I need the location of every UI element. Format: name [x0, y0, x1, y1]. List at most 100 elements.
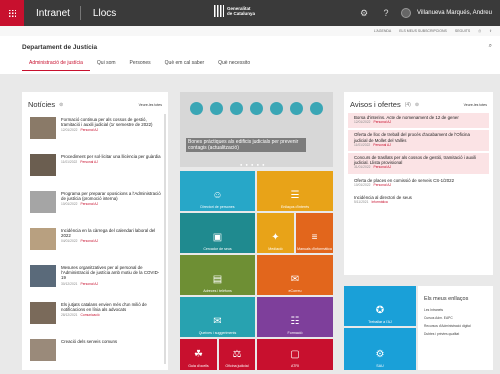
- handshake-icon: ✦: [271, 232, 280, 243]
- tab-administracio[interactable]: Administració de justícia: [22, 60, 90, 71]
- app-title[interactable]: Intranet: [24, 8, 80, 19]
- agenda-link[interactable]: L'AGENDA: [374, 29, 391, 33]
- news-scrollbar[interactable]: [164, 114, 166, 364]
- alert-item[interactable]: Oferta de lloc de treball del procés d'a…: [348, 130, 489, 152]
- news-item[interactable]: Programa per preparar oposicions a l'Adm…: [22, 187, 168, 224]
- news-date: 04/01/2022: [61, 239, 78, 244]
- link-item[interactable]: Cursos Adm. EAPC: [424, 316, 487, 320]
- news-item[interactable]: Procediment per sol·licitar una llicènci…: [22, 150, 168, 187]
- user-name[interactable]: Villanueva Marqués, Andreu: [417, 10, 500, 16]
- help-icon[interactable]: ?: [375, 8, 397, 18]
- alert-meta: 11/01/2022 Personal AJ: [354, 143, 483, 148]
- carousel-dots[interactable]: ● ● ● ● ●: [240, 162, 266, 167]
- alert-item[interactable]: Borsa d'interins. Acte de nomenament de …: [348, 113, 489, 129]
- envelope-icon: ✉: [213, 316, 222, 327]
- news-thumbnail[interactable]: [30, 228, 56, 250]
- tab-que-em-cal-saber[interactable]: Què em cal saber: [158, 60, 211, 71]
- alerts-see-all-link[interactable]: Veure-les totes: [464, 103, 487, 107]
- news-thumbnail[interactable]: [30, 154, 56, 176]
- news-item[interactable]: Formació continua per als cossos de gest…: [22, 113, 168, 150]
- my-links-panel: Els meus enllaços Les Intranets Cursos A…: [418, 286, 493, 370]
- tab-qui-som[interactable]: Qui som: [90, 60, 123, 71]
- link-item[interactable]: Recursos d'Administració digital: [424, 324, 487, 328]
- alert-tag[interactable]: Personal AJ: [374, 120, 392, 124]
- share-icon[interactable]: ⇪: [489, 29, 492, 33]
- news-item[interactable]: Els jutjats catalans envien més d'un mil…: [22, 298, 168, 335]
- tab-que-necessito[interactable]: Què necessito: [211, 60, 257, 71]
- alert-tag[interactable]: Personal AJ: [374, 183, 392, 187]
- alert-item[interactable]: Incidència al directori de seus 5/11/2021…: [348, 193, 489, 208]
- tile-monitor[interactable]: ▣ Cercador de seus: [180, 213, 255, 253]
- news-tag[interactable]: Personal AJ: [81, 128, 99, 132]
- news-meta: 28/12/2021 Comunicació: [61, 313, 162, 317]
- alert-tag[interactable]: Informàtica: [371, 200, 387, 204]
- news-thumbnail[interactable]: [30, 191, 56, 213]
- tile-sau[interactable]: ⚙ SAU: [344, 328, 416, 370]
- link-item[interactable]: Dubtes i prèvies qualitat: [424, 332, 487, 336]
- banner-caption[interactable]: Bones pràctiques als edificis judicials …: [186, 138, 306, 152]
- alert-item[interactable]: Concurs de trasllats per als cossos de g…: [348, 153, 489, 174]
- news-headline[interactable]: Formació continua per als cossos de gest…: [61, 117, 162, 127]
- search-icon[interactable]: ⌕: [489, 43, 492, 50]
- following-link[interactable]: SEGUITS: [455, 29, 470, 33]
- tile-list[interactable]: ☰ Enllaços d'interès: [257, 171, 333, 211]
- bottom-right-area: ✪ Treballar a l'AJ ⚙ SAU Els meus enllaç…: [344, 286, 493, 370]
- gavel-icon: ⚖: [232, 349, 242, 360]
- compass-icon: ✪: [375, 305, 385, 316]
- alert-tag[interactable]: Personal AJ: [374, 165, 392, 169]
- tile-gavel[interactable]: ⚖ Oficina judicial: [219, 339, 255, 370]
- news-tag[interactable]: Personal AJ: [80, 160, 98, 164]
- tile-people[interactable]: ☺ Directori de persones: [180, 171, 255, 211]
- news-thumbnail[interactable]: [30, 265, 56, 287]
- rss-icon[interactable]: ⊚: [59, 102, 63, 108]
- tile-treballar[interactable]: ✪ Treballar a l'AJ: [344, 286, 416, 326]
- subscriptions-link[interactable]: ELS MEUS SUBSCRIPCIONS: [399, 29, 447, 33]
- news-tag[interactable]: Comunicació: [81, 313, 100, 317]
- tab-persones[interactable]: Persones: [123, 60, 158, 71]
- tile-book-open[interactable]: ☷ Formació: [257, 297, 333, 337]
- alerts-title: Avisos i ofertes: [350, 100, 401, 109]
- alert-headline[interactable]: Concurs de trasllats per als cossos de g…: [354, 155, 483, 165]
- news-headline[interactable]: Programa per preparar oposicions a l'Adm…: [61, 191, 162, 201]
- tile-envelope[interactable]: ✉ Queixes i suggeriments: [180, 297, 255, 337]
- news-item[interactable]: Incidència en la càrrega del calendari l…: [22, 224, 168, 261]
- carousel-banner[interactable]: Bones pràctiques als edificis judicials …: [180, 92, 333, 167]
- page-title: Departament de Justícia: [22, 44, 98, 51]
- alert-meta: 5/11/2021 Informàtica: [354, 200, 483, 205]
- link-item[interactable]: Les Intranets: [424, 308, 487, 312]
- tile-book[interactable]: ≡ Manuals d'informàtica: [296, 213, 333, 253]
- news-see-all-link[interactable]: Veure-les totes: [139, 103, 162, 107]
- alert-item[interactable]: Oferta de places en comissió de serveis …: [348, 176, 489, 191]
- tile-label: ATRI: [291, 364, 299, 368]
- news-thumbnail[interactable]: [30, 302, 56, 324]
- section-title[interactable]: Llocs: [81, 8, 116, 19]
- news-panel: Notícies ⊚ Veure-les totes Formació cont…: [22, 92, 168, 370]
- rss-icon[interactable]: ⊚: [415, 102, 419, 108]
- print-icon[interactable]: ⎙: [478, 29, 481, 33]
- news-thumbnail[interactable]: [30, 339, 56, 361]
- news-headline[interactable]: Els jutjats catalans envien més d'un mil…: [61, 302, 162, 312]
- settings-gear-icon[interactable]: ⚙: [353, 8, 375, 19]
- banner-pictogram-icon: [210, 102, 223, 115]
- news-item[interactable]: Mesures organitzatives per al personal d…: [22, 261, 168, 298]
- news-tag[interactable]: Personal AJ: [81, 239, 99, 243]
- news-tag[interactable]: Personal AJ: [81, 202, 99, 206]
- news-thumbnail[interactable]: [30, 117, 56, 139]
- news-headline[interactable]: Procediment per sol·licitar una llicènci…: [61, 154, 161, 159]
- tile-monitor[interactable]: ▢ ATRI: [257, 339, 333, 370]
- news-headline[interactable]: Incidència en la càrrega del calendari l…: [61, 228, 162, 238]
- tile-mail[interactable]: ✉ eCorreu: [257, 255, 333, 295]
- tile-handshake[interactable]: ✦ Mediació: [257, 213, 294, 253]
- tile-bird[interactable]: ☘ Guia d'ocells: [180, 339, 217, 370]
- tile-building[interactable]: ▤ Adreces i telèfons: [180, 255, 255, 295]
- apps-grid-icon[interactable]: [0, 0, 24, 26]
- alert-tag[interactable]: Personal AJ: [373, 143, 391, 147]
- news-headline[interactable]: Creació dels serveis comuns: [61, 339, 117, 344]
- news-tag[interactable]: Personal AJ: [81, 282, 99, 286]
- alert-headline[interactable]: Oferta de lloc de treball del procés d'a…: [354, 132, 483, 142]
- news-item[interactable]: Creació dels serveis comuns: [22, 335, 168, 370]
- banner-pictogram-icon: [270, 102, 283, 115]
- avatar[interactable]: [401, 8, 412, 18]
- news-headline[interactable]: Mesures organitzatives per al personal d…: [61, 265, 162, 281]
- bird-icon: ☘: [194, 349, 203, 360]
